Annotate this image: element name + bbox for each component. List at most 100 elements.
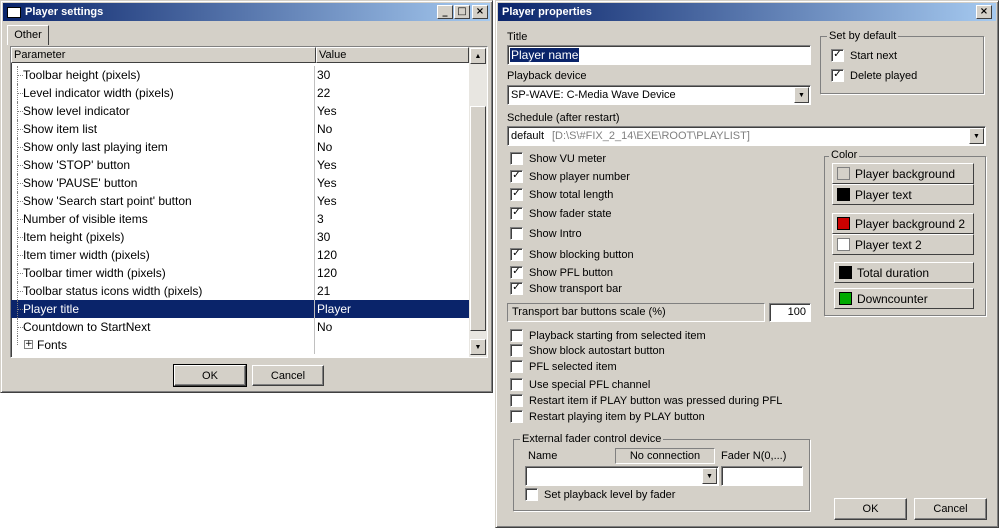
param-name: Show 'STOP' button bbox=[23, 158, 131, 172]
checkbox-box bbox=[510, 378, 523, 391]
checkbox-label: Show VU meter bbox=[529, 152, 607, 165]
checkbox-label: Restart playing item by PLAY button bbox=[529, 410, 705, 423]
checkbox-label: Playback starting from selected item bbox=[529, 329, 706, 342]
chevron-down-icon[interactable]: ▼ bbox=[794, 87, 809, 103]
checkbox-box: ✓ bbox=[510, 188, 523, 201]
external-fader-label: External fader control device bbox=[520, 433, 664, 445]
table-row[interactable]: Show 'Search start point' button Yes bbox=[11, 192, 469, 210]
table-row[interactable]: Item height (pixels) 30 bbox=[11, 228, 469, 246]
show-vu-meter-checkbox[interactable]: Show VU meter bbox=[510, 152, 606, 165]
pfl-selected-item-checkbox[interactable]: PFL selected item bbox=[510, 360, 617, 373]
downcounter-color-button[interactable]: Downcounter bbox=[834, 288, 974, 309]
tab-other-label: Other bbox=[14, 29, 42, 41]
restart-playing-item-checkbox[interactable]: Restart playing item by PLAY button bbox=[510, 410, 705, 423]
table-row[interactable]: Show level indicator Yes bbox=[11, 102, 469, 120]
schedule-select[interactable]: default [D:\S\#FIX_2_14\EXE\ROOT\PLAYLIS… bbox=[507, 126, 986, 146]
settings-ok-button[interactable]: OK bbox=[173, 364, 247, 387]
restart-item-pfl-checkbox[interactable]: Restart item if PLAY button was pressed … bbox=[510, 394, 782, 407]
table-row[interactable]: Toolbar timer width (pixels) 120 bbox=[11, 264, 469, 282]
column-header-value[interactable]: Value bbox=[316, 47, 469, 63]
player-properties-window: Player properties × Title Player name Pl… bbox=[495, 0, 999, 528]
transport-scale-field: Transport bar buttons scale (%) bbox=[507, 303, 765, 322]
scroll-up-button[interactable]: ▲ bbox=[470, 48, 486, 64]
show-pfl-button-checkbox[interactable]: ✓ Show PFL button bbox=[510, 266, 613, 279]
title-value: Player name bbox=[510, 48, 580, 62]
fader-number-input[interactable] bbox=[721, 466, 803, 486]
table-row[interactable]: Show 'PAUSE' button Yes bbox=[11, 174, 469, 192]
show-fader-state-checkbox[interactable]: ✓ Show fader state bbox=[510, 207, 612, 220]
chevron-down-icon[interactable]: ▼ bbox=[969, 128, 984, 144]
player-text-color-button[interactable]: Player text bbox=[832, 184, 974, 205]
show-transport-bar-checkbox[interactable]: ✓ Show transport bar bbox=[510, 282, 622, 295]
table-row[interactable]: Toolbar status icons width (pixels) 21 bbox=[11, 282, 469, 300]
table-row[interactable]: Level indicator width (pixels) 22 bbox=[11, 84, 469, 102]
table-row[interactable]: + Fonts bbox=[11, 336, 469, 354]
grid-rows: Toolbar height (pixels) 30 Level indicato… bbox=[11, 65, 469, 357]
properties-ok-button[interactable]: OK bbox=[834, 498, 907, 520]
settings-cancel-button[interactable]: Cancel bbox=[252, 365, 324, 386]
param-value: Player bbox=[317, 302, 352, 316]
table-row-selected[interactable]: Player title Player bbox=[11, 300, 469, 318]
properties-cancel-button[interactable]: Cancel bbox=[914, 498, 987, 520]
playback-from-selected-checkbox[interactable]: Playback starting from selected item bbox=[510, 329, 706, 342]
expand-icon[interactable]: + bbox=[24, 340, 33, 349]
maximize-button[interactable]: □ bbox=[454, 5, 470, 19]
player-settings-window: Player settings _ □ × Other Parameter Va… bbox=[0, 0, 493, 393]
set-level-by-fader-checkbox[interactable]: Set playback level by fader bbox=[525, 488, 675, 501]
player-background-color-button[interactable]: Player background bbox=[832, 163, 974, 184]
column-header-parameter[interactable]: Parameter bbox=[11, 47, 316, 63]
total-duration-color-button[interactable]: Total duration bbox=[834, 262, 974, 283]
table-row[interactable]: Countdown to StartNext No bbox=[11, 318, 469, 336]
color-label: Player background 2 bbox=[855, 216, 966, 231]
window-icon bbox=[7, 6, 21, 18]
player-background-2-color-button[interactable]: Player background 2 bbox=[832, 213, 974, 234]
param-value: Yes bbox=[317, 194, 337, 208]
fader-device-select[interactable]: ▼ bbox=[525, 466, 719, 486]
close-button[interactable]: × bbox=[472, 5, 488, 19]
param-value: 120 bbox=[317, 266, 338, 280]
player-text-2-color-button[interactable]: Player text 2 bbox=[832, 234, 974, 255]
show-block-autostart-checkbox[interactable]: Show block autostart button bbox=[510, 344, 665, 357]
tab-other[interactable]: Other bbox=[7, 25, 49, 45]
param-value: No bbox=[317, 140, 333, 154]
show-player-number-checkbox[interactable]: ✓ Show player number bbox=[510, 170, 630, 183]
chevron-down-icon[interactable]: ▼ bbox=[702, 468, 717, 484]
color-swatch bbox=[839, 266, 852, 279]
param-value bbox=[315, 336, 469, 354]
color-swatch bbox=[837, 188, 850, 201]
special-pfl-channel-checkbox[interactable]: Use special PFL channel bbox=[510, 378, 650, 391]
table-row[interactable]: Item timer width (pixels) 120 bbox=[11, 246, 469, 264]
minimize-button[interactable]: _ bbox=[437, 5, 453, 19]
table-row[interactable]: Number of visible items 3 bbox=[11, 210, 469, 228]
title-input[interactable]: Player name bbox=[507, 45, 811, 65]
show-total-length-checkbox[interactable]: ✓ Show total length bbox=[510, 188, 613, 201]
delete-played-checkbox[interactable]: ✓ Delete played bbox=[831, 69, 917, 82]
scroll-thumb[interactable] bbox=[470, 106, 486, 331]
color-label: Downcounter bbox=[857, 291, 928, 306]
checkbox-label: Show total length bbox=[529, 188, 614, 201]
fader-label: Fader N(0,...) bbox=[721, 450, 787, 462]
param-value: 22 bbox=[317, 86, 331, 100]
show-intro-checkbox[interactable]: Show Intro bbox=[510, 227, 582, 240]
table-row[interactable]: Toolbar height (pixels) 30 bbox=[11, 66, 469, 84]
ok-label: OK bbox=[202, 369, 218, 382]
checkbox-box bbox=[510, 410, 523, 423]
table-row[interactable]: Show only last playing item No bbox=[11, 138, 469, 156]
table-row[interactable]: Show item list No bbox=[11, 120, 469, 138]
checkbox-label: Show blocking button bbox=[529, 248, 634, 261]
show-blocking-button-checkbox[interactable]: ✓ Show blocking button bbox=[510, 248, 634, 261]
color-swatch bbox=[837, 167, 850, 180]
checkbox-box: ✓ bbox=[510, 266, 523, 279]
param-value: 30 bbox=[317, 68, 331, 82]
checkbox-box bbox=[510, 394, 523, 407]
table-row[interactable]: Show 'STOP' button Yes bbox=[11, 156, 469, 174]
grid-scrollbar[interactable]: ▲ ▼ bbox=[469, 47, 487, 357]
start-next-checkbox[interactable]: ✓ Start next bbox=[831, 49, 897, 62]
checkbox-box: ✓ bbox=[831, 49, 844, 62]
close-button[interactable]: × bbox=[976, 5, 992, 19]
checkbox-label: Show fader state bbox=[529, 207, 612, 220]
scroll-down-button[interactable]: ▼ bbox=[470, 339, 486, 355]
device-select[interactable]: SP-WAVE: C-Media Wave Device ▼ bbox=[507, 85, 811, 105]
transport-scale-input[interactable]: 100 bbox=[769, 303, 811, 322]
param-name: Toolbar height (pixels) bbox=[23, 68, 141, 82]
